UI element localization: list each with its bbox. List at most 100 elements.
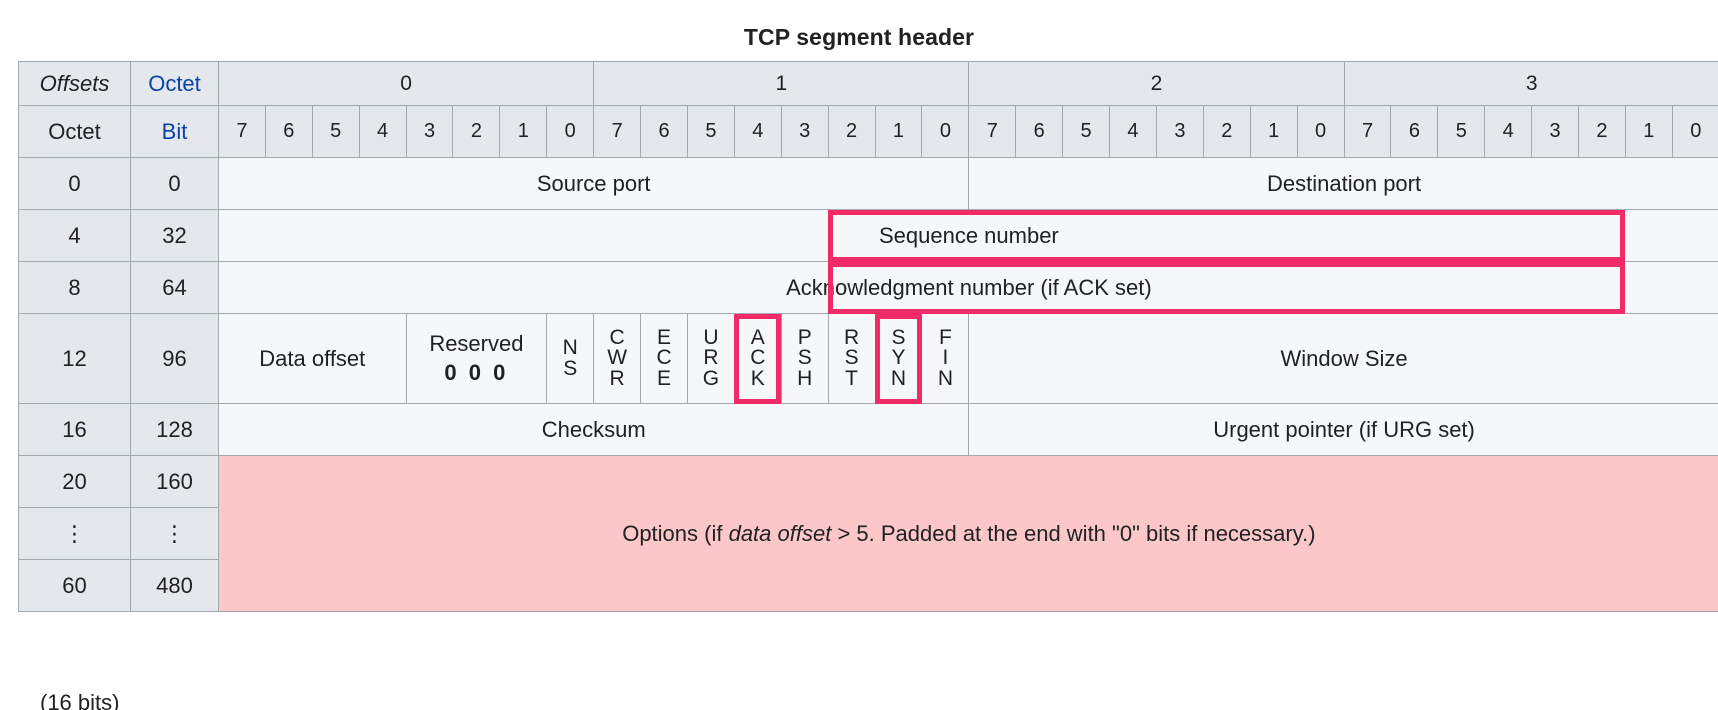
options-text-after: > 5. Padded at the end with "0" bits if … [831,520,1316,546]
bit-number: 3 [1531,105,1580,158]
table-header-row-bits: Octet Bit 7 6 5 4 3 2 1 0 7 6 5 4 3 2 1 … [18,105,1718,158]
row-octet-offset: 8 [18,261,131,314]
table-header-row-octets: Offsets Octet 0 1 2 3 [18,61,1718,106]
flag-psh-letters: PSH [797,326,813,390]
octet-group-3: 3 [1343,61,1718,106]
flag-syn-letters: SYN [890,326,907,390]
field-checksum: Checksum [217,403,970,456]
row-octet-offset: 20 [18,455,131,508]
row-bit-offset: 128 [130,403,219,456]
flag-ece-letters: ECE [656,326,672,390]
field-data-offset: Data offset [218,313,407,404]
row-bit-offset: 0 [130,157,219,210]
flag-rst: RST [827,313,876,404]
row-bit-offset: 480 [130,559,219,612]
bit-number: 7 [218,105,266,158]
row-bit-offset: 32 [130,209,219,262]
flag-fin: FIN [921,313,970,404]
page-title: TCP segment header [743,24,975,50]
field-destination-port: Destination port [968,157,1718,210]
table-row: 0 0 Source port Destination port [18,157,1718,210]
field-sequence-number: Sequence number [218,209,1718,262]
row-bit-offset: 64 [130,261,219,314]
flag-ns: NS [546,313,595,404]
flag-fin-letters: FIN [937,326,953,390]
field-window-size: Window Size [968,313,1718,404]
row-octet-offset-ellipsis: ⋮ [18,507,131,560]
bit-number: 4 [1109,105,1157,158]
bit-number: 5 [1062,105,1111,158]
row-octet-offset: 12 [18,313,131,404]
bit-number: 5 [686,105,735,158]
bit-number: 0 [546,105,595,158]
bit-label: Bit [130,105,219,158]
flag-ns-letters: NS [562,336,578,380]
table-row: 16 128 Checksum Urgent pointer (if URG s… [18,403,1718,456]
row-bit-offset-ellipsis: ⋮ [130,507,219,560]
field-source-port: Source port [217,157,970,210]
options-text-before: Options (if [622,520,729,546]
flag-ack-letters: ACK [750,326,766,390]
field-urgent-pointer: Urgent pointer (if URG set) [968,403,1718,456]
row-octet-offset: 0 [18,157,131,210]
flag-ack: ACK [733,313,782,404]
octet-group-0: 0 [217,61,595,106]
field-acknowledgment-number: Acknowledgment number (if ACK set) [218,261,1718,314]
bit-number: 2 [1578,105,1626,158]
bit-number: 1 [499,105,548,158]
options-text-italic: data offset [728,520,832,546]
bit-number: 4 [733,105,782,158]
flag-ece: ECE [640,313,688,404]
table-row: 4 32 Sequence number [18,209,1718,262]
flag-cwr: CWR [593,313,642,404]
octet-group-1: 1 [593,61,970,106]
bit-number: 6 [1015,105,1064,158]
octet-label-left: Octet [18,105,131,158]
row-octet-offset: 16 [18,403,131,456]
bit-number: 6 [640,105,688,158]
bit-number: 3 [405,105,454,158]
offsets-label: Offsets [18,61,131,106]
flag-urg-letters: URG [702,326,720,390]
bit-number: 2 [827,105,876,158]
row-bit-offset: 96 [130,313,219,404]
octet-group-2: 2 [968,61,1345,106]
bit-number: 2 [452,105,501,158]
row-octet-offset: 4 [18,209,131,262]
flag-rst-letters: RST [844,326,860,390]
bit-number: 0 [1671,105,1718,158]
bit-number: 4 [358,105,407,158]
table-row-flags: 12 96 Data offset Reserved 0 0 0 NS CWR … [18,313,1718,404]
bit-number: 7 [968,105,1017,158]
field-reserved: Reserved 0 0 0 [405,313,548,404]
bit-number: 1 [1249,105,1298,158]
bit-number: 0 [1296,105,1345,158]
flag-urg: URG [686,313,735,404]
row-octet-offset: 60 [18,559,131,612]
bit-number: 1 [874,105,923,158]
table-row: 8 64 Acknowledgment number (if ACK set) [18,261,1718,314]
bit-number: 6 [1390,105,1439,158]
flag-syn: SYN [874,313,923,404]
field-options: Options (if data offset > 5. Padded at t… [218,455,1718,612]
bit-number: 6 [264,105,313,158]
bottom-caption: (16 bits) [40,690,120,710]
flag-cwr-letters: CWR [607,326,628,390]
bit-number: 3 [1155,105,1204,158]
table-row-options-start: 20 160 Options (if data offset > 5. Padd… [18,455,1718,612]
bit-number: 5 [311,105,360,158]
bit-number: 7 [593,105,642,158]
flag-psh: PSH [780,313,829,404]
tcp-segment-header-table: Offsets Octet 0 1 2 3 Octet Bit 7 6 5 4 … [18,61,1718,612]
bit-number: 0 [921,105,970,158]
bit-number: 5 [1437,105,1486,158]
octet-label-top: Octet [130,61,219,106]
bit-number: 3 [780,105,829,158]
row-bit-offset: 160 [130,455,219,508]
bit-number: 7 [1343,105,1392,158]
bit-number: 1 [1624,105,1673,158]
bit-number: 2 [1202,105,1251,158]
tcp-header-diagram: TCP segment header Offsets Octet 0 1 2 3… [0,0,1718,710]
bit-number: 4 [1484,105,1533,158]
reserved-zeros: 0 0 0 [444,359,509,385]
